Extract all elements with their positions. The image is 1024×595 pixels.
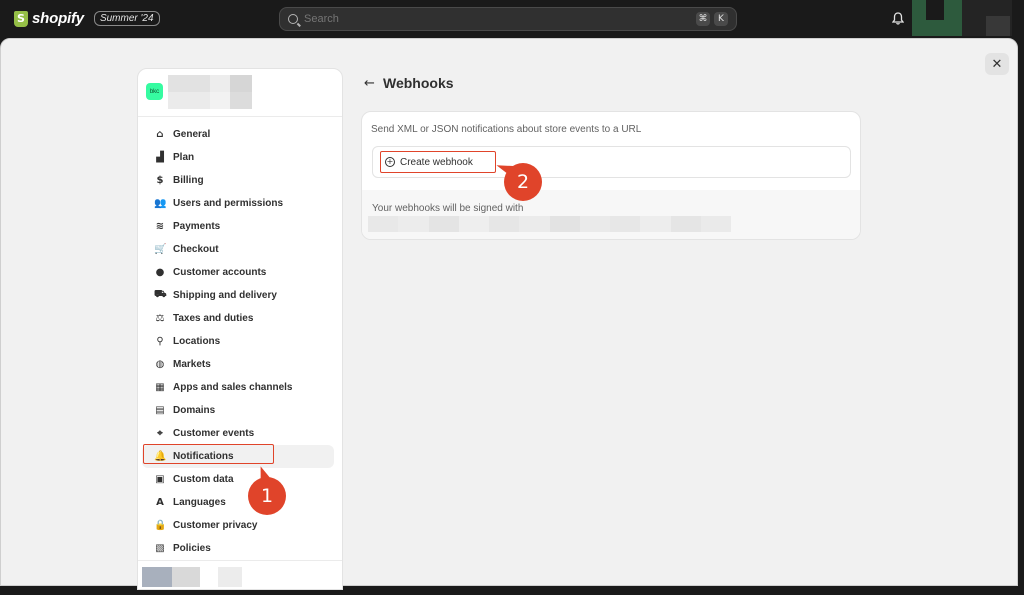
signing-section: Your webhooks will be signed with bbox=[362, 190, 860, 239]
page-title: Webhooks bbox=[383, 75, 454, 91]
sidebar-item-plan[interactable]: ▟ Plan bbox=[142, 146, 334, 169]
store-header[interactable]: bkc bbox=[138, 69, 342, 117]
billing-icon: $ bbox=[156, 175, 164, 186]
close-icon: ✕ bbox=[991, 56, 1003, 72]
sidebar-item-payments[interactable]: ≋ Payments bbox=[142, 215, 334, 238]
lock-icon: 🔒 bbox=[154, 520, 167, 531]
globe-icon: ◍ bbox=[155, 359, 165, 370]
sidebar-item-label: Domains bbox=[173, 405, 216, 416]
sidebar-item-billing[interactable]: $ Billing bbox=[142, 169, 334, 192]
signed-with-text: Your webhooks will be signed with bbox=[372, 203, 524, 214]
sidebar-item-label: General bbox=[173, 129, 211, 140]
cart-icon: 🛒 bbox=[154, 244, 167, 255]
tax-icon: ⚖ bbox=[155, 313, 165, 324]
sidebar-item-custom-data[interactable]: ▣ Custom data bbox=[142, 468, 334, 491]
sidebar-item-languages[interactable]: A Languages bbox=[142, 491, 334, 514]
sidebar-item-label: Apps and sales channels bbox=[173, 382, 293, 393]
sidebar-item-label: Taxes and duties bbox=[173, 313, 254, 324]
payments-icon: ≋ bbox=[155, 221, 165, 232]
sidebar-item-label: Billing bbox=[173, 175, 204, 186]
sidebar-item-checkout[interactable]: 🛒 Checkout bbox=[142, 238, 334, 261]
sidebar-item-label: Shipping and delivery bbox=[173, 290, 277, 301]
sidebar-item-label: Checkout bbox=[173, 244, 219, 255]
sidebar-item-label: Users and permissions bbox=[173, 198, 284, 209]
shopify-logo[interactable]: shopify Summer '24 bbox=[14, 10, 160, 27]
apps-icon: ▦ bbox=[155, 382, 165, 393]
sidebar-item-customer-accounts[interactable]: ● Customer accounts bbox=[142, 261, 334, 284]
search-bar[interactable]: ⌘ K bbox=[279, 7, 737, 31]
store-icon: ⌂ bbox=[156, 129, 164, 140]
search-input[interactable] bbox=[304, 13, 692, 25]
sidebar-item-label: Locations bbox=[173, 336, 221, 347]
location-pin-icon: ⚲ bbox=[156, 336, 164, 347]
search-icon bbox=[288, 14, 298, 24]
language-icon: A bbox=[156, 497, 164, 508]
sidebar-item-domains[interactable]: ▤ Domains bbox=[142, 399, 334, 422]
custom-data-icon: ▣ bbox=[155, 474, 165, 485]
plan-chart-icon: ▟ bbox=[156, 152, 164, 163]
sidebar-item-general[interactable]: ⌂ General bbox=[142, 123, 334, 146]
users-icon: 👥 bbox=[154, 198, 167, 209]
sidebar-item-label: Payments bbox=[173, 221, 221, 232]
shopify-bag-icon bbox=[14, 10, 28, 27]
sidebar-item-label: Languages bbox=[173, 497, 226, 508]
plus-circle-icon: + bbox=[385, 157, 395, 167]
notifications-highlight bbox=[143, 444, 274, 464]
sidebar-item-label: Customer events bbox=[173, 428, 255, 439]
notifications-bell-icon[interactable] bbox=[892, 12, 904, 25]
create-webhook-label: Create webhook bbox=[400, 156, 473, 168]
close-button[interactable]: ✕ bbox=[985, 53, 1009, 75]
command-key-icon: ⌘ bbox=[696, 12, 710, 26]
brand-name: shopify bbox=[32, 10, 84, 27]
step-1-badge: 1 bbox=[248, 477, 286, 515]
truck-icon: ⛟ bbox=[154, 289, 167, 300]
webhook-actions-row: + Create webhook bbox=[372, 146, 851, 178]
webhooks-card: Send XML or JSON notifications about sto… bbox=[361, 111, 861, 240]
sidebar-item-label: Customer privacy bbox=[173, 520, 258, 531]
sidebar-item-label: Plan bbox=[173, 152, 195, 163]
signing-secret-redacted bbox=[368, 216, 731, 232]
user-footer-redacted[interactable] bbox=[138, 560, 342, 589]
sidebar-item-shipping-and-delivery[interactable]: ⛟ Shipping and delivery bbox=[142, 284, 334, 307]
sidebar-item-markets[interactable]: ◍ Markets bbox=[142, 353, 334, 376]
sidebar-item-taxes-and-duties[interactable]: ⚖ Taxes and duties bbox=[142, 307, 334, 330]
sidebar-item-apps-and-sales-channels[interactable]: ▦ Apps and sales channels bbox=[142, 376, 334, 399]
webhooks-description: Send XML or JSON notifications about sto… bbox=[371, 124, 642, 135]
sidebar-item-locations[interactable]: ⚲ Locations bbox=[142, 330, 334, 353]
edition-badge[interactable]: Summer '24 bbox=[93, 11, 160, 26]
person-icon: ● bbox=[155, 267, 165, 278]
sidebar-item-label: Customer accounts bbox=[173, 267, 267, 278]
sidebar-item-customer-privacy[interactable]: 🔒 Customer privacy bbox=[142, 514, 334, 537]
cursor-click-icon: ⌖ bbox=[157, 428, 163, 439]
sidebar-item-label: Custom data bbox=[173, 474, 234, 485]
store-avatar: bkc bbox=[146, 83, 163, 100]
k-key-icon: K bbox=[714, 12, 728, 26]
step-2-badge: 2 bbox=[504, 163, 542, 201]
sidebar-item-label: Policies bbox=[173, 543, 211, 554]
sidebar-item-users-and-permissions[interactable]: 👥 Users and permissions bbox=[142, 192, 334, 215]
back-arrow-icon[interactable]: ← bbox=[364, 76, 375, 91]
create-webhook-button[interactable]: + Create webhook bbox=[380, 151, 496, 173]
store-name-redacted bbox=[168, 75, 252, 109]
settings-sidebar: bkc ⌂ General ▟ Plan $ Billing 👥 Users and perm… bbox=[137, 68, 343, 590]
sidebar-item-policies[interactable]: ▧ Policies bbox=[142, 537, 334, 560]
top-bar: shopify Summer '24 ⌘ K bbox=[0, 0, 1024, 38]
domains-icon: ▤ bbox=[155, 405, 165, 416]
settings-nav: ⌂ General ▟ Plan $ Billing 👥 Users and permissi… bbox=[138, 117, 342, 560]
account-avatar[interactable] bbox=[912, 0, 1024, 36]
sidebar-item-label: Markets bbox=[173, 359, 211, 370]
sidebar-item-customer-events[interactable]: ⌖ Customer events bbox=[142, 422, 334, 445]
policies-icon: ▧ bbox=[155, 543, 165, 554]
